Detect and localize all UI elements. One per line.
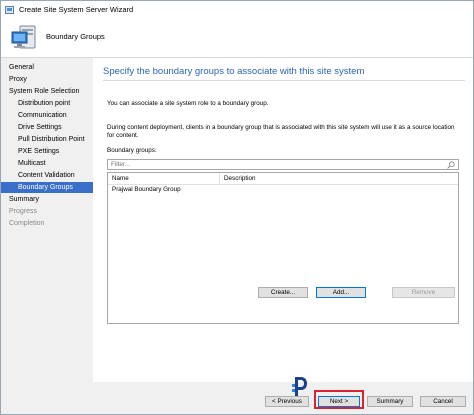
list-item[interactable]: Prajwal Boundary Group <box>108 185 458 195</box>
column-header-name[interactable]: Name <box>108 173 220 184</box>
nav-item-summary[interactable]: Summary <box>1 194 93 205</box>
list-item-name: Prajwal Boundary Group <box>112 186 181 193</box>
content-pane: Specify the boundary groups to associate… <box>93 58 473 382</box>
nav-item-communication[interactable]: Communication <box>1 110 93 121</box>
previous-button[interactable]: < Previous <box>265 396 309 407</box>
computer-icon <box>11 25 36 49</box>
nav-item-pull-distribution-point[interactable]: Pull Distribution Point <box>1 134 93 145</box>
create-button[interactable]: Create... <box>258 287 308 298</box>
wizard-header: Boundary Groups <box>1 18 473 58</box>
column-header-description[interactable]: Description <box>220 173 458 184</box>
title-bar: Create Site System Server Wizard <box>1 1 473 18</box>
search-icon[interactable] <box>447 161 455 169</box>
description-text: During content deployment, clients in a … <box>107 124 455 139</box>
nav-item-system-role-selection[interactable]: System Role Selection <box>1 86 93 97</box>
nav-item-boundary-groups[interactable]: Boundary Groups <box>1 182 93 193</box>
wizard-footer: < Previous Next > Summary Cancel <box>93 377 473 414</box>
page-title: Specify the boundary groups to associate… <box>103 66 365 77</box>
boundary-groups-list[interactable]: Name Description Prajwal Boundary Group <box>107 172 459 324</box>
wizard-window: Create Site System Server Wizard Boundar… <box>0 0 474 415</box>
nav-item-distribution-point[interactable]: Distribution point <box>1 98 93 109</box>
wizard-app-icon <box>5 5 14 14</box>
next-button[interactable]: Next > <box>318 396 360 407</box>
wizard-nav: General Proxy System Role Selection Dist… <box>1 58 93 414</box>
nav-item-drive-settings[interactable]: Drive Settings <box>1 122 93 133</box>
list-header: Name Description <box>108 173 458 185</box>
filter-box[interactable] <box>107 159 459 170</box>
nav-item-proxy[interactable]: Proxy <box>1 74 93 85</box>
intro-text: You can associate a site system role to … <box>107 100 269 107</box>
nav-item-general[interactable]: General <box>1 62 93 73</box>
header-title: Boundary Groups <box>46 32 105 41</box>
window-title: Create Site System Server Wizard <box>19 5 134 14</box>
filter-input[interactable] <box>108 160 447 169</box>
remove-button: Remove <box>392 287 455 298</box>
summary-button[interactable]: Summary <box>367 396 413 407</box>
add-button[interactable]: Add... <box>316 287 366 298</box>
nav-item-progress: Progress <box>9 208 38 215</box>
nav-item-multicast[interactable]: Multicast <box>1 158 93 169</box>
nav-item-pxe-settings[interactable]: PXE Settings <box>1 146 93 157</box>
nav-item-content-validation[interactable]: Content Validation <box>1 170 93 181</box>
boundary-groups-label: Boundary groups: <box>107 147 157 154</box>
title-divider <box>103 80 465 81</box>
cancel-button[interactable]: Cancel <box>420 396 466 407</box>
nav-item-completion: Completion <box>9 220 45 227</box>
